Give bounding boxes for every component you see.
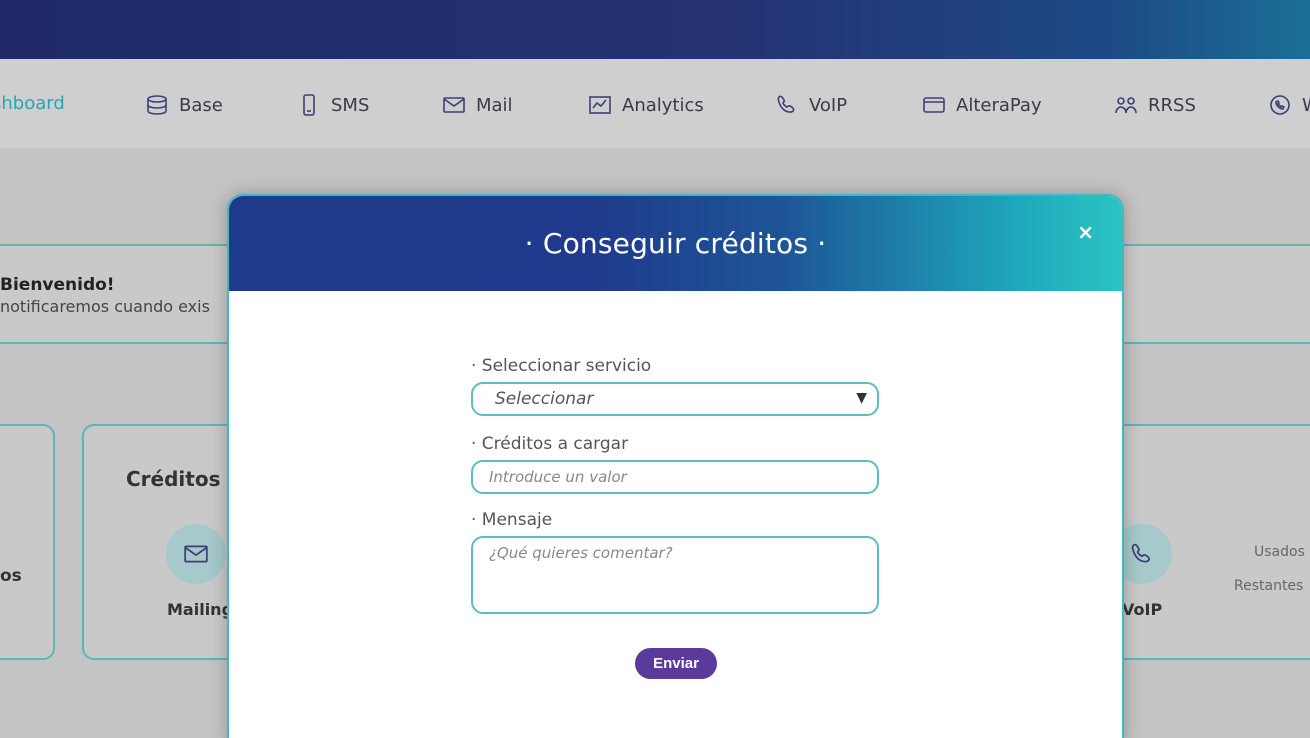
- service-label: · Seleccionar servicio: [471, 356, 652, 376]
- nav-item-label: VoIP: [809, 94, 848, 116]
- nav-item-alterapay[interactable]: AlteraPay: [922, 93, 1042, 117]
- service-select[interactable]: Seleccionar ▼: [471, 382, 879, 416]
- remaining-label: Restantes: [1234, 578, 1304, 594]
- card-label: os: [0, 566, 22, 586]
- phone-icon: [1131, 543, 1151, 563]
- service-card: [0, 424, 55, 660]
- people-icon: [1115, 97, 1137, 114]
- nav-item-label: W: [1302, 95, 1310, 116]
- chart-icon: [589, 96, 611, 114]
- message-textarea[interactable]: [471, 536, 879, 614]
- database-icon: [147, 95, 167, 115]
- nav-item-label: Base: [179, 94, 223, 116]
- nav-item-dashboard[interactable]: shboard: [0, 93, 65, 114]
- mailing-label: Mailing: [167, 600, 234, 619]
- modal-title: · Conseguir créditos ·: [524, 227, 827, 260]
- used-label: Usados: [1254, 544, 1305, 560]
- envelope-icon: [443, 97, 465, 113]
- nav-item-label: RRSS: [1148, 94, 1196, 116]
- send-button[interactable]: Enviar: [635, 648, 717, 679]
- nav-item-label: SMS: [331, 94, 370, 116]
- nav-item-whatsapp[interactable]: W: [1268, 93, 1310, 117]
- welcome-text: notificaremos cuando exis: [0, 297, 210, 316]
- nav-item-label: shboard: [0, 93, 65, 114]
- credits-title: Créditos: [126, 467, 221, 491]
- top-bar: [0, 0, 1310, 59]
- nav-item-rrss[interactable]: RRSS: [1114, 93, 1196, 117]
- whatsapp-icon: [1270, 95, 1290, 115]
- main-nav: shboard Base SMS Mail Analytics VoIP Alt…: [0, 59, 1310, 148]
- nav-item-sms[interactable]: SMS: [297, 93, 369, 117]
- envelope-icon: [184, 545, 208, 563]
- mailing-badge[interactable]: [166, 524, 226, 584]
- phone-icon: [777, 95, 795, 113]
- credits-label: · Créditos a cargar: [471, 434, 629, 454]
- nav-item-voip[interactable]: VoIP: [775, 93, 847, 117]
- nav-item-label: Mail: [476, 94, 513, 116]
- chevron-down-icon: ▼: [856, 390, 867, 406]
- credits-form: · Seleccionar servicio Seleccionar ▼ · C…: [471, 356, 879, 618]
- nav-item-mail[interactable]: Mail: [442, 93, 513, 117]
- nav-item-base[interactable]: Base: [145, 93, 223, 117]
- message-label: · Mensaje: [471, 510, 553, 530]
- nav-item-label: AlteraPay: [956, 94, 1042, 116]
- voip-label: VoIP: [1122, 600, 1163, 619]
- nav-item-analytics[interactable]: Analytics: [588, 93, 704, 117]
- mobile-icon: [303, 94, 315, 116]
- welcome-title: Bienvenido!: [0, 275, 115, 295]
- modal-header: · Conseguir créditos ·: [229, 196, 1122, 291]
- nav-item-label: Analytics: [622, 94, 704, 116]
- credits-input[interactable]: [471, 460, 879, 494]
- service-select-value: Seleccionar: [495, 389, 594, 409]
- close-icon[interactable]: ×: [1077, 222, 1094, 242]
- card-icon: [923, 97, 945, 113]
- credits-modal: · Conseguir créditos · × · Seleccionar s…: [227, 194, 1124, 738]
